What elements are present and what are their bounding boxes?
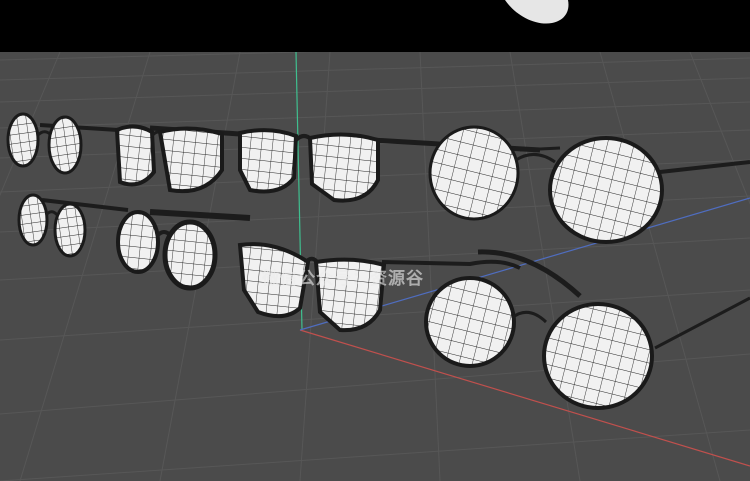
lens-right-mesh (542, 302, 654, 410)
white-blob-icon (505, 0, 569, 24)
lens-left-mesh (238, 128, 299, 194)
lens-right-mesh (162, 219, 218, 291)
glasses-row1-small-oval[interactable] (6, 112, 119, 175)
temple-arm-rear (519, 146, 561, 152)
temple-arm (654, 296, 750, 350)
lens-right-mesh (548, 136, 664, 244)
watermark-text: 微信公众号：资源谷 (262, 269, 424, 289)
glasses-row2-round[interactable] (116, 209, 251, 291)
lens-right-mesh (53, 202, 87, 258)
temple-arm (41, 198, 129, 212)
lens-left-mesh (114, 124, 157, 187)
temple-arm (149, 209, 251, 221)
lens-left-mesh (17, 193, 49, 247)
glasses-row1-round-large[interactable] (428, 125, 750, 244)
glasses-row2-small-round[interactable] (17, 193, 129, 258)
3d-viewport[interactable]: 微信公众号：资源谷 (0, 52, 750, 481)
lens-left-mesh (6, 112, 40, 168)
lens-right-mesh (307, 132, 380, 203)
top-bar (0, 0, 750, 52)
lens-right-mesh (47, 115, 83, 175)
bridge (511, 310, 548, 324)
lens-left-mesh (424, 276, 516, 368)
lens-left-mesh (116, 210, 160, 274)
glasses-row2-round-metal[interactable] (424, 276, 750, 410)
lens-right-mesh (157, 126, 224, 193)
glasses-row1-square[interactable] (114, 124, 241, 193)
bridge (515, 153, 556, 164)
lens-left-mesh (428, 125, 520, 221)
top-bar-graphics (505, 0, 569, 24)
